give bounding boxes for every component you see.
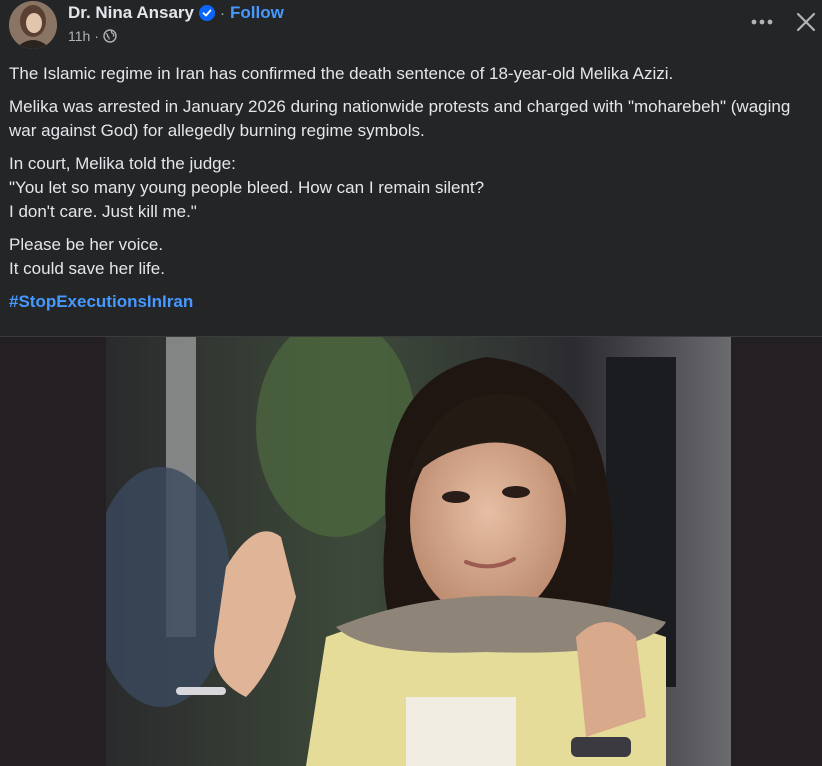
- appeal-line: It could save her life.: [9, 259, 165, 278]
- quote-line: "You let so many young people bleed. How…: [9, 178, 485, 197]
- post-media: [0, 336, 822, 766]
- post-timestamp[interactable]: 11h: [68, 28, 90, 44]
- more-options-icon[interactable]: [748, 10, 776, 34]
- separator-dot: ·: [219, 4, 225, 22]
- hashtag-link[interactable]: #StopExecutionsInIran: [9, 292, 193, 311]
- author-line: Dr. Nina Ansary · Follow: [68, 2, 284, 24]
- quote-line: I don't care. Just kill me.": [9, 202, 197, 221]
- post-quote: In court, Melika told the judge: "You le…: [9, 152, 809, 224]
- post-paragraph: The Islamic regime in Iran has confirmed…: [9, 64, 674, 83]
- appeal-line: Please be her voice.: [9, 235, 164, 254]
- post-body: The Islamic regime in Iran has confirmed…: [9, 62, 809, 323]
- post-meta: 11h ·: [68, 28, 117, 44]
- post-appeal: Please be her voice. It could save her l…: [9, 233, 809, 281]
- quote-intro: In court, Melika told the judge:: [9, 154, 236, 173]
- verified-badge-icon: [198, 5, 215, 21]
- close-icon[interactable]: [792, 8, 820, 36]
- author-name[interactable]: Dr. Nina Ansary: [68, 3, 194, 23]
- post-paragraph: Melika was arrested in January 2026 duri…: [9, 97, 791, 140]
- meta-separator: ·: [94, 28, 99, 44]
- post-photo[interactable]: [106, 337, 731, 766]
- globe-icon: [103, 29, 117, 43]
- follow-button[interactable]: Follow: [230, 3, 284, 23]
- post-header: Dr. Nina Ansary · Follow 11h ·: [0, 0, 822, 56]
- author-avatar[interactable]: [9, 1, 57, 49]
